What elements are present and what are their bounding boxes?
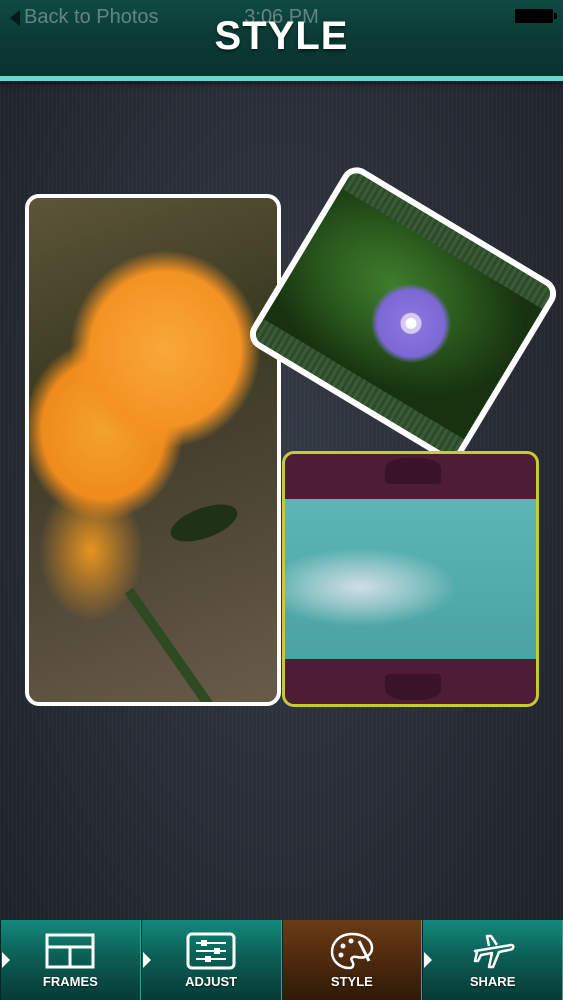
tab-adjust-label: ADJUST [185,974,238,989]
tab-share[interactable]: SHARE [422,920,563,1000]
tab-arrow-icon [142,952,151,968]
airplane-icon [467,932,519,970]
adjust-icon [185,932,237,970]
page-title: STYLE [214,14,349,58]
tab-adjust[interactable]: ADJUST [140,920,282,1000]
palette-icon [326,932,378,970]
collage-photo-orange-flowers[interactable] [25,194,281,706]
tab-frames-label: FRAMES [42,974,98,989]
photo-stem [124,587,214,702]
frame-ornament-bottom [385,674,441,700]
photo-dandelion-image [285,499,536,659]
tab-share-label: SHARE [469,974,516,989]
collage-photo-dandelion[interactable] [282,451,539,707]
tab-style-label: STYLE [330,974,373,989]
photo-leaf [165,496,243,550]
tab-arrow-icon [424,952,433,968]
frames-icon [44,932,96,970]
frame-ornament-top [385,458,441,484]
bottom-toolbar: FRAMES ADJUST STYLE SHARE [0,920,563,1000]
top-bar: Back to Photos 3:06 PM STYLE [0,0,563,81]
tab-frames[interactable]: FRAMES [0,920,141,1000]
tab-arrow-icon [2,952,10,968]
tab-style[interactable]: STYLE [281,920,423,1000]
